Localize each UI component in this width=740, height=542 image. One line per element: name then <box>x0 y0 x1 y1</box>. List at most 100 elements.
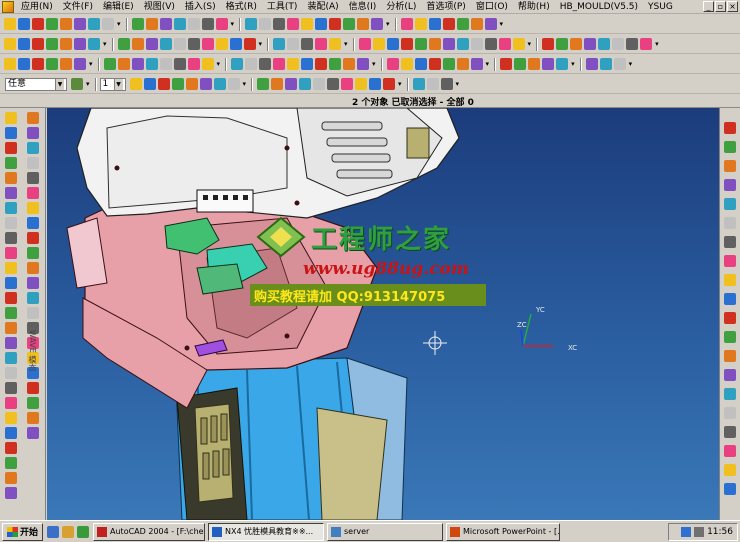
tool-icon[interactable] <box>301 18 314 30</box>
tool-icon[interactable] <box>542 58 555 70</box>
explorer-icon[interactable] <box>62 525 75 538</box>
tool-icon[interactable] <box>343 18 356 30</box>
side-tool-icon[interactable] <box>27 397 39 409</box>
side-tool-icon[interactable] <box>724 426 736 438</box>
side-tool-icon[interactable] <box>724 160 736 172</box>
side-tool-icon[interactable] <box>724 445 736 457</box>
tool-icon[interactable] <box>484 18 497 30</box>
tool-icon[interactable] <box>484 38 497 50</box>
desktop-icon[interactable] <box>77 525 90 538</box>
menu-preferences[interactable]: 首选项(P) <box>421 0 470 14</box>
tool-icon[interactable] <box>229 38 242 50</box>
chevron-down-icon[interactable]: ▾ <box>456 80 460 88</box>
type-filter-select[interactable]: 任意 ▼ <box>5 77 67 91</box>
tool-icon[interactable] <box>131 18 144 30</box>
tool-icon[interactable] <box>273 18 286 30</box>
side-tool-icon[interactable] <box>27 217 39 229</box>
tool-icon[interactable] <box>18 18 30 30</box>
app-logo-icon[interactable] <box>2 0 14 13</box>
tool-icon[interactable] <box>159 38 172 50</box>
tool-icon[interactable] <box>213 78 226 90</box>
chevron-down-icon[interactable]: ▾ <box>500 20 504 28</box>
tool-icon[interactable] <box>442 18 455 30</box>
side-tool-icon[interactable] <box>5 472 17 484</box>
tool-icon[interactable] <box>556 38 569 50</box>
tool-icon[interactable] <box>201 18 214 30</box>
tool-icon[interactable] <box>470 18 483 30</box>
chevron-down-icon[interactable]: ▾ <box>386 20 390 28</box>
chevron-down-icon[interactable]: ▾ <box>398 80 402 88</box>
tool-icon[interactable] <box>440 78 453 90</box>
tool-icon[interactable] <box>243 38 256 50</box>
menu-window[interactable]: 窗口(O) <box>471 0 513 14</box>
tool-icon[interactable] <box>386 58 399 70</box>
side-tool-icon[interactable] <box>724 122 736 134</box>
tool-icon[interactable] <box>227 78 240 90</box>
side-tool-icon[interactable] <box>27 157 39 169</box>
menu-analysis[interactable]: 分析(L) <box>381 0 421 14</box>
chevron-down-icon[interactable]: ▾ <box>259 40 263 48</box>
side-tool-icon[interactable] <box>27 277 39 289</box>
tool-icon[interactable] <box>273 38 286 50</box>
tool-icon[interactable] <box>442 58 455 70</box>
side-tool-icon[interactable] <box>5 157 17 169</box>
tool-icon[interactable] <box>185 78 198 90</box>
volume-icon[interactable] <box>694 527 705 537</box>
tool-icon[interactable] <box>315 38 328 50</box>
side-tool-icon[interactable] <box>27 382 39 394</box>
side-tool-icon[interactable] <box>27 187 39 199</box>
side-tool-icon[interactable] <box>5 277 17 289</box>
tool-icon[interactable] <box>329 58 342 70</box>
chevron-down-icon[interactable]: ▾ <box>86 80 90 88</box>
tool-icon[interactable] <box>60 38 72 50</box>
side-tool-icon[interactable] <box>5 457 17 469</box>
tool-icon[interactable] <box>32 38 44 50</box>
side-tool-icon[interactable] <box>5 232 17 244</box>
start-button[interactable]: 开始 <box>2 522 44 541</box>
task-powerpoint[interactable]: Microsoft PowerPoint - [... <box>446 522 561 541</box>
tool-icon[interactable] <box>129 78 142 90</box>
chevron-down-icon[interactable]: ▾ <box>243 80 247 88</box>
menu-ysug[interactable]: YSUG <box>643 0 678 14</box>
tool-icon[interactable] <box>327 78 340 90</box>
tool-icon[interactable] <box>400 18 413 30</box>
menu-edit[interactable]: 编辑(E) <box>98 0 139 14</box>
side-tool-icon[interactable] <box>27 307 39 319</box>
tool-icon[interactable] <box>613 58 626 70</box>
side-tool-icon[interactable] <box>5 397 17 409</box>
tool-icon[interactable] <box>18 38 30 50</box>
side-tool-icon[interactable] <box>27 172 39 184</box>
side-tool-icon[interactable] <box>724 217 736 229</box>
side-tool-icon[interactable] <box>27 427 39 439</box>
side-tool-icon[interactable] <box>5 412 17 424</box>
tool-icon[interactable] <box>187 38 200 50</box>
side-tool-icon[interactable] <box>27 127 39 139</box>
side-tool-icon[interactable] <box>724 198 736 210</box>
side-tool-icon[interactable] <box>5 217 17 229</box>
menu-format[interactable]: 格式(R) <box>221 0 262 14</box>
side-tool-icon[interactable] <box>724 255 736 267</box>
side-tool-icon[interactable] <box>724 464 736 476</box>
layer-select[interactable]: 1 ▼ <box>99 77 126 91</box>
side-tool-icon[interactable] <box>5 247 17 259</box>
side-tool-icon[interactable] <box>5 142 17 154</box>
tool-icon[interactable] <box>414 58 427 70</box>
task-nx[interactable]: NX4 忧胜模具教育※※... <box>208 522 325 541</box>
tool-icon[interactable] <box>245 58 258 70</box>
side-tool-icon[interactable] <box>724 236 736 248</box>
tool-icon[interactable] <box>171 78 184 90</box>
side-tool-icon[interactable] <box>5 202 17 214</box>
tool-icon[interactable] <box>199 78 212 90</box>
tool-icon[interactable] <box>157 78 170 90</box>
tool-icon[interactable] <box>102 18 114 30</box>
chevron-down-icon[interactable]: ▾ <box>372 60 376 68</box>
tool-icon[interactable] <box>173 38 186 50</box>
menu-assembly[interactable]: 装配(A) <box>302 0 343 14</box>
chevron-down-icon[interactable]: ▾ <box>344 40 348 48</box>
side-tool-icon[interactable] <box>27 292 39 304</box>
side-tool-icon[interactable] <box>5 322 17 334</box>
menu-info[interactable]: 信息(I) <box>344 0 382 14</box>
tool-icon[interactable] <box>287 58 300 70</box>
tool-icon[interactable] <box>598 38 611 50</box>
side-tool-icon[interactable] <box>724 179 736 191</box>
